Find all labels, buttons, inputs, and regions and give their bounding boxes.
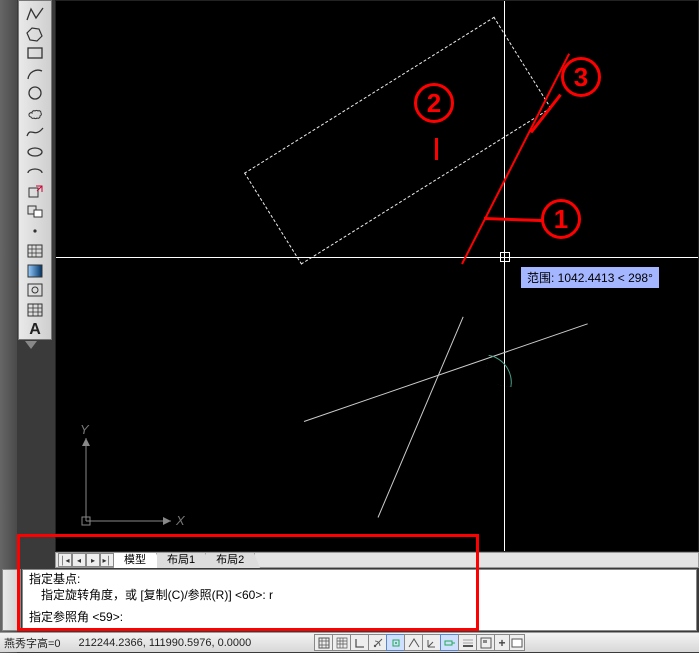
tool-table-icon[interactable] <box>22 301 48 319</box>
command-history-line: 指定基点: <box>29 571 690 587</box>
tool-rectangle-icon[interactable] <box>22 45 48 63</box>
tool-make-block-icon[interactable] <box>22 203 48 221</box>
status-snap-icon[interactable] <box>314 634 333 651</box>
tool-region-icon[interactable] <box>22 282 48 300</box>
pickbox-icon <box>500 252 510 262</box>
tab-layout1[interactable]: 布局1 <box>157 553 206 568</box>
tab-nav-next-icon[interactable]: ▸ <box>86 553 100 567</box>
command-panel[interactable]: 指定基点: 指定旋转角度，或 [复制(C)/参照(R)] <60>: r 指定参… <box>22 569 697 631</box>
callout-2: 2 <box>414 83 454 123</box>
tool-ellipse-icon[interactable] <box>22 143 48 161</box>
dynamic-input-tooltip: 范围: 1042.4413 < 298° <box>520 266 660 289</box>
status-textstyle: 燕秀字高=0 <box>4 635 61 651</box>
callout-connector <box>435 138 438 160</box>
angle-arc-icon <box>484 355 516 387</box>
ucs-icon: X Y <box>71 426 191 536</box>
command-panel-grip[interactable] <box>2 569 21 631</box>
status-qp-icon[interactable] <box>476 634 495 651</box>
tool-ellipse-arc-icon[interactable] <box>22 163 48 181</box>
status-coordinates: 212244.2366, 111990.5976, 0.0000 <box>79 637 252 649</box>
status-dyn-icon[interactable] <box>440 634 459 651</box>
preview-rect-dashed <box>244 17 551 265</box>
status-bar: 燕秀字高=0 212244.2366, 111990.5976, 0.0000 … <box>0 632 699 652</box>
geometry-line <box>378 317 464 518</box>
status-otrack-icon[interactable] <box>404 634 423 651</box>
status-ortho-icon[interactable] <box>350 634 369 651</box>
tool-insert-block-icon[interactable] <box>22 183 48 201</box>
tool-hatch-icon[interactable] <box>22 242 48 260</box>
tool-mtext-icon[interactable]: A <box>22 321 48 339</box>
callout-3: 3 <box>561 57 601 97</box>
crosshair-horizontal <box>56 257 698 258</box>
command-history-line: 指定旋转角度，或 [复制(C)/参照(R)] <60>: r <box>29 587 690 603</box>
status-ducs-icon[interactable] <box>422 634 441 651</box>
draw-toolbar: A <box>18 0 52 340</box>
status-osnap-icon[interactable] <box>386 634 405 651</box>
ucs-y-label: Y <box>80 422 89 437</box>
tool-polygon-icon[interactable] <box>22 25 48 43</box>
tab-model[interactable]: 模型 <box>114 553 157 568</box>
tab-nav-first-icon[interactable]: │◂ <box>58 553 72 567</box>
callout-connector <box>484 217 544 222</box>
tool-revcloud-icon[interactable] <box>22 104 48 122</box>
drawing-canvas[interactable]: 范围: 1042.4413 < 298° X Y 1 2 3 <box>55 0 699 552</box>
status-polar-icon[interactable] <box>368 634 387 651</box>
layout-tabs: │◂ ◂ ▸ ▸│ 模型 布局1 布局2 <box>55 552 699 568</box>
status-lwt-icon[interactable] <box>458 634 477 651</box>
tab-nav-prev-icon[interactable]: ◂ <box>72 553 86 567</box>
tool-point-icon[interactable] <box>22 222 48 240</box>
command-input-line[interactable]: 指定参照角 <59>: <box>29 609 690 625</box>
tool-spline-icon[interactable] <box>22 124 48 142</box>
callout-1: 1 <box>541 199 581 239</box>
geometry-line <box>304 323 588 422</box>
status-plus-button[interactable]: + <box>494 634 510 651</box>
tool-gradient-icon[interactable] <box>22 262 48 280</box>
ucs-x-label: X <box>176 513 185 528</box>
status-grid-icon[interactable] <box>332 634 351 651</box>
tool-circle-icon[interactable] <box>22 84 48 102</box>
tool-arc-icon[interactable] <box>22 64 48 82</box>
status-model-toggle-icon[interactable] <box>509 634 525 651</box>
tab-layout2[interactable]: 布局2 <box>206 553 255 568</box>
tab-nav-last-icon[interactable]: ▸│ <box>100 553 114 567</box>
tool-polyline-icon[interactable] <box>22 5 48 23</box>
